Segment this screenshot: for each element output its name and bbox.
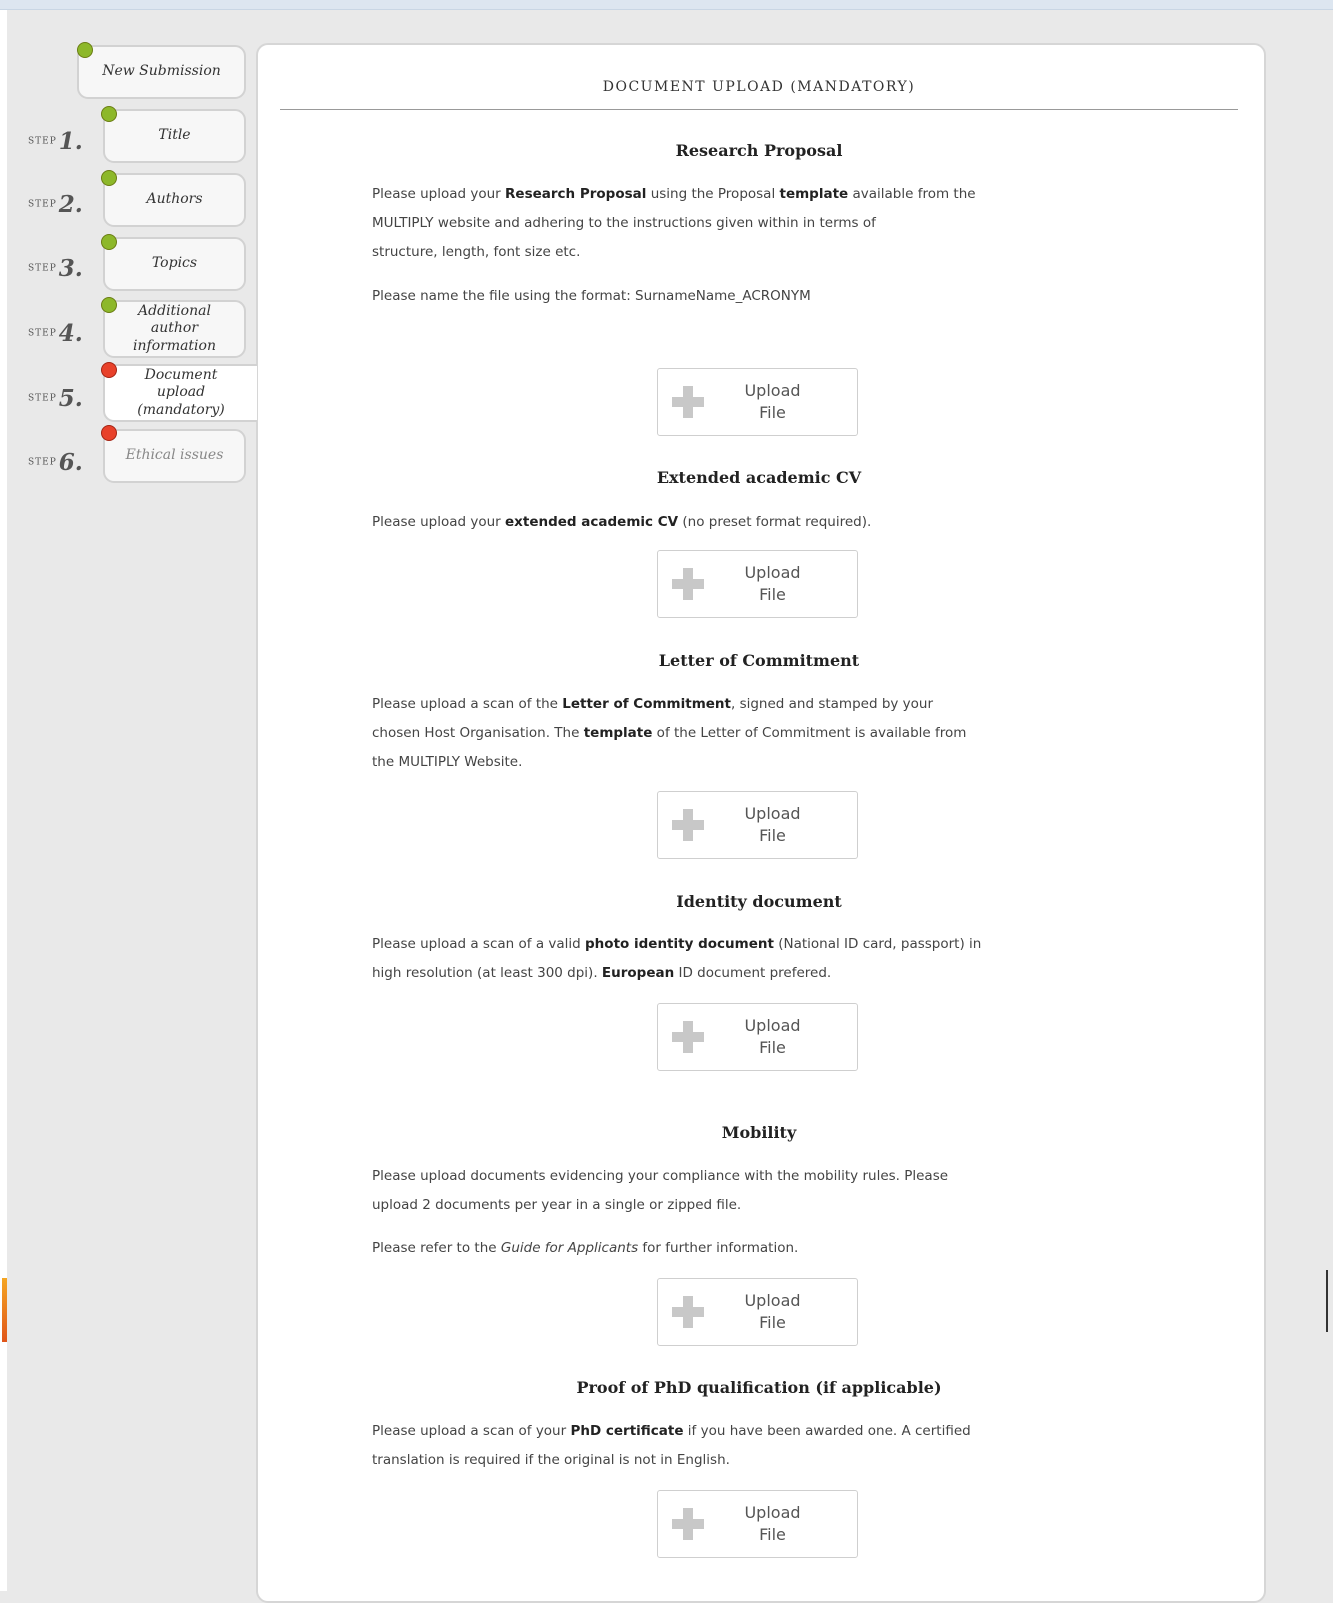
status-dot-icon — [101, 170, 117, 186]
step-number-5: STEP5. — [28, 385, 83, 412]
status-dot-icon — [101, 297, 117, 313]
upload-label: Upload File — [744, 563, 801, 604]
step-num: 3. — [58, 255, 83, 282]
window-right-edge-line — [1326, 1270, 1328, 1332]
window-edge-accent — [2, 1278, 7, 1342]
status-dot-icon — [101, 362, 117, 378]
plus-icon — [672, 1296, 704, 1328]
step-num: 4. — [58, 320, 83, 347]
section-text: Please upload a scan of your PhD certifi… — [372, 1423, 971, 1468]
tab-label: Topics — [151, 255, 198, 272]
tab-ethical-issues[interactable]: Ethical issues — [103, 429, 246, 483]
plus-icon — [672, 568, 704, 600]
tab-label: Additional author information — [133, 302, 216, 354]
tab-label: Document upload (mandatory) — [137, 366, 225, 418]
step-num: 1. — [58, 128, 83, 155]
step-number-3: STEP3. — [28, 255, 83, 282]
plus-icon — [672, 809, 704, 841]
status-dot-icon — [101, 106, 117, 122]
step-num: 2. — [58, 191, 83, 218]
tab-label: Authors — [146, 191, 203, 208]
section-heading-identity-document: Identity document — [676, 892, 842, 911]
step-num: 6. — [58, 449, 83, 476]
section-text: Please upload your Research Proposal usi… — [372, 186, 976, 260]
upload-label: Upload File — [744, 1503, 801, 1544]
section-heading-letter-of-commitment: Letter of Commitment — [658, 651, 860, 670]
step-word: STEP — [28, 136, 57, 147]
section-text: Please upload your extended academic CV … — [372, 514, 872, 530]
step-num: 5. — [58, 385, 83, 412]
upload-file-button-extended-cv[interactable]: Upload File — [657, 550, 858, 618]
title-divider — [280, 109, 1238, 110]
tab-label: New Submission — [102, 63, 221, 80]
status-dot-icon — [101, 425, 117, 441]
step-number-2: STEP2. — [28, 191, 83, 218]
step-word: STEP — [28, 393, 57, 404]
status-dot-icon — [101, 234, 117, 250]
step-number-4: STEP4. — [28, 320, 83, 347]
tab-label: Ethical issues — [125, 447, 224, 464]
upload-label: Upload File — [744, 381, 801, 422]
section-text: Please name the file using the format: S… — [372, 288, 811, 304]
step-number-6: STEP6. — [28, 449, 83, 476]
tab-authors[interactable]: Authors — [103, 173, 246, 227]
tab-additional-author-information[interactable]: Additional author information — [103, 300, 246, 358]
window-left-edge — [0, 10, 7, 1591]
upload-label: Upload File — [744, 804, 801, 845]
upload-file-button-letter-of-commitment[interactable]: Upload File — [657, 791, 858, 859]
section-text: Please refer to the Guide for Applicants… — [372, 1240, 799, 1256]
tab-label: Title — [158, 127, 191, 144]
section-text: Please upload a scan of the Letter of Co… — [372, 696, 967, 770]
section-text: Please upload documents evidencing your … — [372, 1168, 949, 1213]
page-title: DOCUMENT UPLOAD (MANDATORY) — [602, 79, 916, 95]
plus-icon — [672, 386, 704, 418]
section-text: Please upload a scan of a valid photo id… — [372, 936, 982, 981]
step-word: STEP — [28, 457, 57, 468]
upload-label: Upload File — [744, 1291, 801, 1332]
step-word: STEP — [28, 328, 57, 339]
tab-new-submission[interactable]: New Submission — [77, 45, 246, 99]
browser-top-bar — [0, 0, 1333, 10]
tab-title[interactable]: Title — [103, 109, 246, 163]
step-number-1: STEP1. — [28, 128, 83, 155]
upload-file-button-proof-of-phd[interactable]: Upload File — [657, 1490, 858, 1558]
section-heading-research-proposal: Research Proposal — [675, 141, 843, 160]
plus-icon — [672, 1021, 704, 1053]
step-word: STEP — [28, 263, 57, 274]
plus-icon — [672, 1508, 704, 1540]
upload-label: Upload File — [744, 1016, 801, 1057]
section-heading-proof-of-phd: Proof of PhD qualification (if applicabl… — [576, 1378, 942, 1397]
tab-document-upload[interactable]: Document upload (mandatory) — [103, 364, 257, 422]
upload-file-button-mobility[interactable]: Upload File — [657, 1278, 858, 1346]
tab-topics[interactable]: Topics — [103, 237, 246, 291]
section-heading-extended-cv: Extended academic CV — [656, 468, 862, 487]
status-dot-icon — [77, 42, 93, 58]
upload-file-button-research-proposal[interactable]: Upload File — [657, 368, 858, 436]
upload-file-button-identity-document[interactable]: Upload File — [657, 1003, 858, 1071]
step-word: STEP — [28, 199, 57, 210]
section-heading-mobility: Mobility — [721, 1123, 797, 1142]
